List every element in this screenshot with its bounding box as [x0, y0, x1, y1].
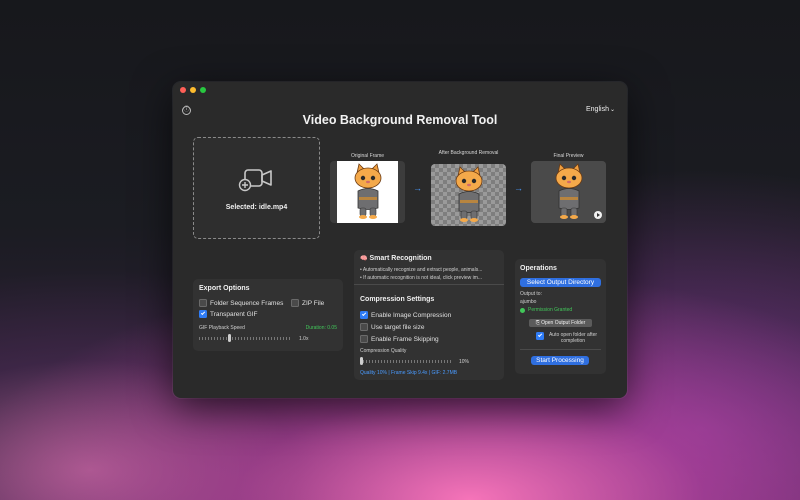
output-path: ajumbo: [520, 299, 537, 305]
export-options-panel: Export Options Folder Sequence Frames ZI…: [193, 279, 343, 351]
frame-skip-checkbox[interactable]: Enable Frame Skipping: [360, 335, 439, 343]
original-frame[interactable]: [330, 161, 405, 223]
quality-slider-thumb[interactable]: [360, 357, 363, 365]
folder-frames-check[interactable]: [199, 299, 207, 307]
folder-frames-label: Folder Sequence Frames: [210, 299, 284, 307]
speed-slider[interactable]: [199, 334, 291, 342]
cat-image: [455, 166, 483, 222]
app-title: Video Background Removal Tool: [302, 113, 498, 127]
compression-check[interactable]: [360, 311, 368, 319]
operations-divider: [520, 349, 601, 350]
zip-checkbox[interactable]: ZIP File: [291, 299, 324, 307]
final-preview-frame[interactable]: [531, 161, 606, 223]
close-window-button[interactable]: [180, 87, 186, 93]
target-size-checkbox[interactable]: Use target file size: [360, 323, 424, 331]
play-icon[interactable]: [594, 211, 602, 219]
after-bg-frame[interactable]: [431, 164, 506, 226]
cat-image: [354, 163, 382, 219]
original-frame-caption: Original Frame: [350, 153, 385, 159]
smart-line-2: • If automatic recognition is not ideal,…: [360, 275, 483, 281]
operations-panel: Operations Select Output Directory Outpu…: [515, 259, 606, 374]
export-options-title: Export Options: [199, 285, 250, 292]
after-bg-caption: After Background Removal: [438, 150, 499, 156]
language-label: English: [586, 106, 609, 113]
frame-skip-label: Enable Frame Skipping: [371, 335, 439, 343]
target-size-check[interactable]: [360, 323, 368, 331]
arrow-right-icon: →: [413, 183, 422, 193]
open-output-folder-button[interactable]: ⎘ Open Output Folder: [529, 319, 592, 327]
zip-label: ZIP File: [302, 299, 325, 307]
arrow-right-icon: →: [514, 183, 523, 193]
permission-status: Permission Granted: [520, 307, 572, 313]
chevron-down-icon: ⌄: [609, 107, 615, 113]
quality-slider-ticks: [360, 360, 452, 363]
center-settings-panel: 🧠 Smart Recognition • Automatically reco…: [354, 250, 504, 380]
language-selector[interactable]: English ⌄: [586, 106, 615, 113]
speed-value: 1.0x: [299, 336, 309, 342]
compression-title: Compression Settings: [360, 296, 435, 303]
video-camera-icon: [238, 168, 274, 192]
check-circle-icon: [520, 307, 525, 313]
frame-skip-check[interactable]: [360, 335, 368, 343]
auto-open-label: Auto open folder after completion: [548, 332, 598, 344]
permission-label: Permission Granted: [528, 307, 573, 313]
smart-recognition-label: Smart Recognition: [369, 255, 432, 262]
zip-check[interactable]: [291, 299, 299, 307]
start-processing-button[interactable]: Start Processing: [531, 356, 589, 365]
output-to-label: Output to:: [520, 291, 542, 297]
compression-label: Enable Image Compression: [371, 311, 452, 319]
selected-file-label: Selected: idle.mp4: [225, 204, 288, 211]
brain-icon: 🧠: [360, 256, 368, 262]
select-output-directory-button[interactable]: Select Output Directory: [520, 278, 601, 287]
gif-label: Transparent GIF: [210, 310, 258, 318]
final-preview-caption: Final Preview: [553, 153, 584, 159]
folder-frames-checkbox[interactable]: Folder Sequence Frames: [199, 299, 283, 307]
video-dropzone[interactable]: Selected: idle.mp4: [193, 137, 320, 239]
window-controls: [180, 87, 206, 93]
panel-divider: [354, 284, 504, 285]
quality-slider[interactable]: [360, 357, 452, 365]
gif-checkbox[interactable]: Transparent GIF: [199, 310, 257, 318]
minimize-window-button[interactable]: [190, 87, 196, 93]
operations-title: Operations: [520, 265, 557, 272]
folder-icon: ⎘: [535, 320, 540, 326]
quality-value: 10%: [459, 359, 470, 365]
zoom-window-button[interactable]: [200, 87, 206, 93]
smart-recognition-title: 🧠 Smart Recognition: [360, 255, 432, 262]
cat-image: [555, 163, 583, 219]
compression-summary: Quality 10% | Frame Skip 9.4x | GIF: 2.7…: [360, 370, 458, 376]
smart-line-1: • Automatically recognize and extract pe…: [360, 267, 483, 273]
duration-label: Duration: 0.05: [305, 325, 337, 331]
speed-label: GIF Playback Speed: [199, 325, 245, 331]
gif-check[interactable]: [199, 310, 207, 318]
auto-open-checkbox[interactable]: [536, 332, 544, 340]
speed-slider-ticks: [199, 337, 291, 340]
open-output-folder-label: Open Output Folder: [541, 320, 586, 326]
app-window: ⓘ English ⌄ Video Background Removal Too…: [173, 82, 627, 398]
target-size-label: Use target file size: [371, 323, 425, 331]
quality-label: Compression Quality: [360, 348, 407, 354]
compression-checkbox[interactable]: Enable Image Compression: [360, 311, 451, 319]
speed-slider-thumb[interactable]: [228, 334, 232, 342]
